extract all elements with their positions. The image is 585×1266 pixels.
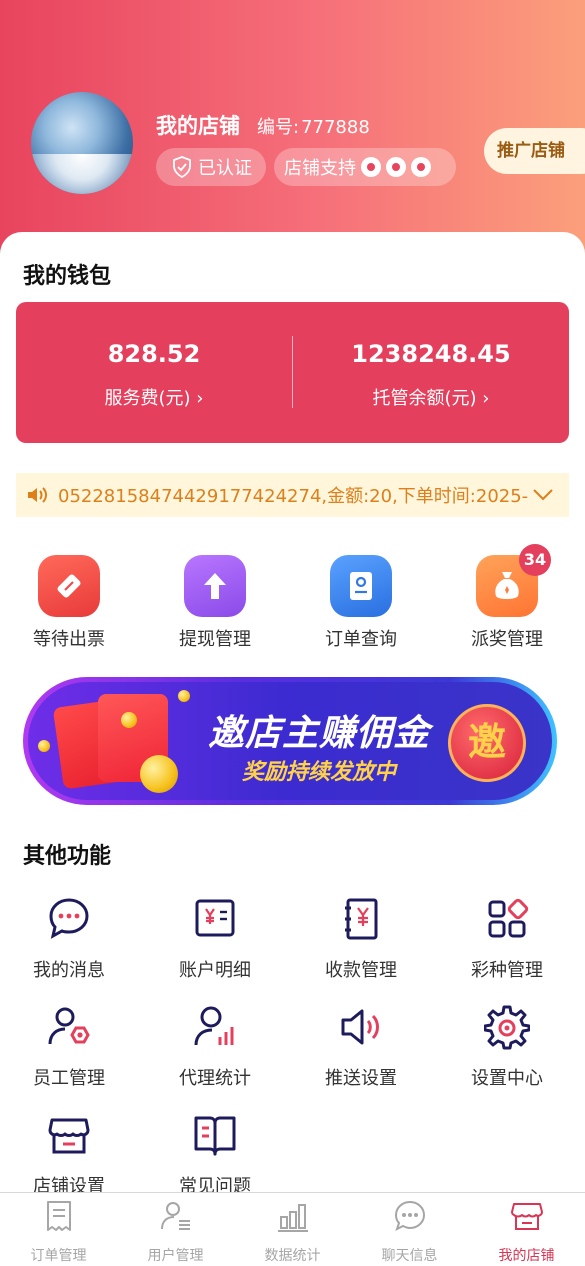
gold-coin-image — [121, 712, 137, 728]
speaker-icon — [341, 1009, 379, 1045]
invite-owner-banner[interactable]: 邀店主赚佣金 奖励持续发放中 邀 — [23, 677, 557, 805]
tab-label: 数据统计 — [264, 1248, 321, 1264]
gold-coin-image — [140, 755, 178, 793]
quick-action-label: 订单查询 — [325, 629, 397, 650]
function-my-messages[interactable]: 我的消息 — [0, 896, 142, 982]
function-label: 我的消息 — [33, 960, 105, 981]
function-faq[interactable]: 常见问题 — [142, 1112, 288, 1198]
escrow-block[interactable]: 1238248.45 托管余额(元) › — [293, 302, 569, 443]
function-label: 代理统计 — [179, 1068, 251, 1089]
prize-bag-icon: 34 — [476, 544, 551, 617]
user-list-icon — [160, 1202, 190, 1230]
function-label: 彩种管理 — [471, 960, 543, 981]
quick-action-label: 派奖管理 — [471, 629, 543, 650]
quick-action-prize[interactable]: 34 派奖管理 — [434, 544, 580, 651]
function-store-settings[interactable]: 店铺设置 — [0, 1112, 142, 1198]
function-label: 员工管理 — [33, 1068, 105, 1089]
shop-number: 编号: 777888 — [257, 113, 370, 139]
service-fee-value: 828.52 — [107, 340, 201, 368]
other-functions-title: 其他功能 — [23, 844, 112, 869]
shop-name: 我的店铺 — [156, 114, 240, 138]
gold-coin-image — [178, 690, 190, 702]
quick-action-withdraw[interactable]: 提现管理 — [142, 553, 288, 651]
faq-book-icon — [194, 1116, 236, 1156]
function-lottery-category[interactable]: 彩种管理 — [434, 896, 580, 982]
wallet-card: 828.52 服务费(元) › 1238248.45 托管余额(元) › — [16, 302, 569, 443]
chevron-right-icon: › — [482, 388, 490, 409]
unionpay-icon — [411, 157, 431, 177]
banner-inner: 邀店主赚佣金 奖励持续发放中 邀 — [28, 682, 552, 800]
shop-number-label: 编号: — [257, 117, 300, 138]
function-label: 收款管理 — [325, 960, 397, 981]
tab-order-management[interactable]: 订单管理 — [0, 1199, 117, 1265]
banner-title: 邀店主赚佣金 — [208, 713, 431, 754]
agent-stats-icon — [194, 1006, 234, 1046]
gear-icon — [483, 1005, 531, 1050]
notice-text: 05228158474429177424274,金额:20,下单时间:2025- — [58, 486, 529, 507]
quick-action-label: 等待出票 — [33, 629, 105, 650]
verified-label: 已认证 — [198, 158, 252, 179]
function-push-settings[interactable]: 推送设置 — [288, 1004, 434, 1090]
store-icon — [48, 1118, 90, 1154]
function-label: 设置中心 — [471, 1068, 543, 1089]
order-search-icon — [330, 555, 392, 617]
store-icon — [510, 1203, 543, 1230]
bottom-tab-bar: 订单管理 用户管理 数据统计 聊天信息 我的店铺 — [0, 1192, 585, 1266]
staff-icon — [48, 1007, 90, 1045]
tab-label: 用户管理 — [147, 1248, 204, 1264]
service-fee-label: 服务费(元) — [104, 388, 191, 409]
tab-user-management[interactable]: 用户管理 — [117, 1199, 234, 1265]
promote-shop-button[interactable]: 推广店铺 — [484, 128, 585, 174]
shop-avatar[interactable] — [31, 92, 133, 194]
quick-action-order-query[interactable]: 订单查询 — [288, 553, 434, 651]
service-fee-label-row: 服务费(元) › — [16, 384, 292, 410]
tab-label: 聊天信息 — [381, 1248, 438, 1264]
store-support-label: 店铺支持 — [284, 158, 356, 179]
verified-chip: 已认证 — [156, 148, 266, 186]
banner-subtitle: 奖励持续发放中 — [242, 760, 397, 785]
chevron-right-icon: › — [196, 388, 204, 409]
account-detail-icon — [195, 899, 235, 937]
function-label: 推送设置 — [325, 1068, 397, 1089]
speaker-icon — [28, 487, 47, 503]
shield-check-icon — [173, 156, 191, 178]
quick-action-waiting-ticket[interactable]: 等待出票 — [0, 553, 142, 651]
function-payment-management[interactable]: 收款管理 — [288, 896, 434, 982]
chat-bubble-icon — [394, 1200, 425, 1231]
alipay-icon — [361, 157, 381, 177]
function-account-detail[interactable]: 账户明细 — [142, 896, 288, 982]
gold-coin-image — [38, 740, 50, 752]
escrow-label-row: 托管余额(元) › — [293, 384, 569, 410]
payment-book-icon — [345, 898, 378, 940]
tab-data-statistics[interactable]: 数据统计 — [234, 1199, 351, 1265]
tab-label: 我的店铺 — [498, 1248, 555, 1264]
wechat-pay-icon — [386, 157, 406, 177]
tab-label: 订单管理 — [30, 1248, 87, 1264]
function-settings-center[interactable]: 设置中心 — [434, 1004, 580, 1090]
banner-invite-badge: 邀 — [448, 704, 526, 782]
service-fee-block[interactable]: 828.52 服务费(元) › — [16, 302, 292, 443]
bar-chart-icon — [277, 1204, 308, 1232]
escrow-label: 托管余额(元) — [372, 388, 477, 409]
withdraw-arrow-icon — [184, 555, 246, 617]
function-label: 账户明细 — [179, 960, 251, 981]
notice-bar[interactable]: 05228158474429177424274,金额:20,下单时间:2025- — [16, 473, 569, 517]
ticket-icon — [38, 555, 100, 617]
store-support-chip[interactable]: 店铺支持 — [274, 148, 456, 186]
category-grid-icon — [488, 898, 529, 938]
shop-number-value: 777888 — [301, 117, 370, 138]
quick-action-label: 提现管理 — [179, 629, 251, 650]
prize-count-badge: 34 — [519, 544, 551, 576]
chevron-down-icon[interactable] — [532, 488, 554, 502]
wallet-title: 我的钱包 — [23, 264, 112, 289]
message-icon — [49, 898, 89, 939]
function-agent-stats[interactable]: 代理统计 — [142, 1004, 288, 1090]
tab-chat-info[interactable]: 聊天信息 — [351, 1199, 468, 1265]
function-staff-management[interactable]: 员工管理 — [0, 1004, 142, 1090]
escrow-value: 1238248.45 — [351, 340, 511, 368]
receipt-icon — [46, 1201, 71, 1231]
tab-my-store[interactable]: 我的店铺 — [468, 1199, 585, 1265]
